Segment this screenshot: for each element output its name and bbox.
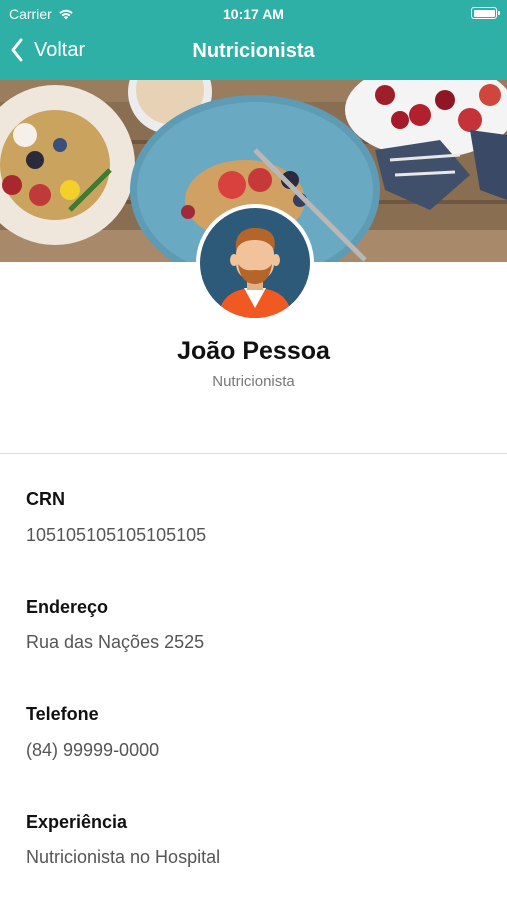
profile-name: João Pessoa	[177, 337, 330, 365]
profile-role: Nutricionista	[212, 373, 295, 390]
section-divider	[0, 453, 507, 454]
avatar	[196, 204, 314, 322]
navigation-bar: Voltar Nutricionista	[0, 30, 507, 74]
experience-label: Experiência	[26, 812, 128, 832]
address-label: Endereço	[26, 597, 109, 617]
crn-label: CRN	[26, 489, 65, 509]
status-bar: Carrier 10:17 AM	[0, 0, 507, 28]
status-time: 10:17 AM	[223, 6, 284, 22]
phone-label: Telefone	[26, 704, 99, 724]
crn-value: 105105105105105105	[26, 525, 207, 545]
user-avatar-icon	[200, 208, 310, 318]
battery-icon	[471, 7, 500, 19]
experience-value: Nutricionista no Hospital	[26, 847, 221, 867]
page-title: Nutricionista	[192, 40, 315, 62]
phone-value: (84) 99999-0000	[26, 740, 160, 760]
address-value: Rua das Nações 2525	[26, 632, 205, 652]
app-header: Carrier 10:17 AM Voltar Nutricionista	[0, 0, 507, 80]
